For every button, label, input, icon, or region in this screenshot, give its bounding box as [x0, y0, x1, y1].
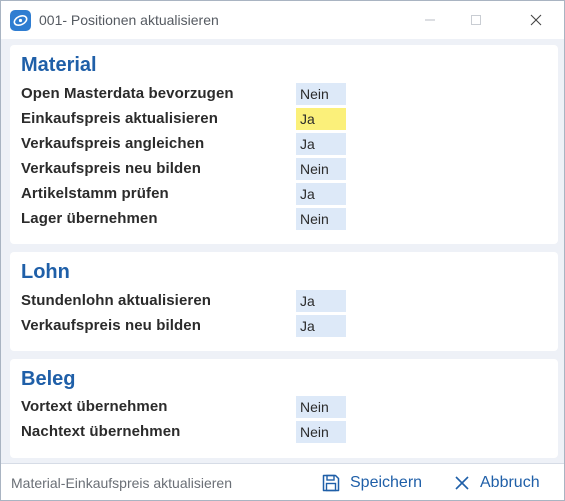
window-title: 001- Positionen aktualisieren	[39, 12, 219, 28]
minimize-button[interactable]	[407, 1, 453, 39]
save-icon	[322, 474, 340, 492]
option-row: Artikelstamm prüfen Ja	[10, 183, 558, 205]
option-value-field[interactable]: Nein	[296, 396, 346, 418]
option-row: Einkaufspreis aktualisieren Ja	[10, 108, 558, 130]
status-text: Material-Einkaufspreis aktualisieren	[11, 475, 232, 491]
option-value-field[interactable]: Nein	[296, 158, 346, 180]
section-beleg: Beleg Vortext übernehmen Nein Nachtext ü…	[10, 359, 558, 458]
cancel-button[interactable]: Abbruch	[453, 470, 540, 496]
dialog-window: 001- Positionen aktualisieren Material O…	[0, 0, 565, 501]
option-row: Open Masterdata bevorzugen Nein	[10, 83, 558, 105]
minimize-icon	[425, 19, 435, 21]
section-lohn: Lohn Stundenlohn aktualisieren Ja Verkau…	[10, 252, 558, 351]
option-label: Artikelstamm prüfen	[21, 185, 169, 202]
title-bar[interactable]: 001- Positionen aktualisieren	[1, 1, 564, 39]
option-label: Vortext übernehmen	[21, 398, 168, 415]
section-title-material: Material	[21, 54, 97, 76]
option-row: Nachtext übernehmen Nein	[10, 421, 558, 443]
save-button[interactable]: Speichern	[321, 470, 422, 496]
option-value-field-selected[interactable]: Ja	[296, 108, 346, 130]
option-label: Verkaufspreis neu bilden	[21, 160, 201, 177]
option-label: Verkaufspreis angleichen	[21, 135, 205, 152]
option-value-field[interactable]: Nein	[296, 83, 346, 105]
app-logo-icon	[10, 10, 31, 31]
section-material: Material Open Masterdata bevorzugen Nein…	[10, 45, 558, 244]
close-button[interactable]	[513, 1, 559, 39]
option-value-field[interactable]: Nein	[296, 208, 346, 230]
cancel-label: Abbruch	[480, 474, 540, 491]
option-value-field[interactable]: Ja	[296, 315, 346, 337]
option-row: Verkaufspreis angleichen Ja	[10, 133, 558, 155]
maximize-button[interactable]	[453, 1, 499, 39]
option-label: Nachtext übernehmen	[21, 423, 181, 440]
option-value-field[interactable]: Nein	[296, 421, 346, 443]
close-icon	[530, 14, 542, 26]
status-bar: Material-Einkaufspreis aktualisieren Spe…	[1, 463, 564, 500]
close-icon	[455, 476, 469, 490]
option-value-field[interactable]: Ja	[296, 290, 346, 312]
section-title-lohn: Lohn	[21, 261, 70, 283]
option-label: Stundenlohn aktualisieren	[21, 292, 212, 309]
save-label: Speichern	[350, 474, 423, 491]
option-row: Stundenlohn aktualisieren Ja	[10, 290, 558, 312]
section-title-beleg: Beleg	[21, 368, 76, 390]
maximize-icon	[471, 15, 481, 25]
option-label: Verkaufspreis neu bilden	[21, 317, 201, 334]
option-row: Vortext übernehmen Nein	[10, 396, 558, 418]
option-row: Lager übernehmen Nein	[10, 208, 558, 230]
option-label: Einkaufspreis aktualisieren	[21, 110, 218, 127]
option-label: Open Masterdata bevorzugen	[21, 85, 234, 102]
option-value-field[interactable]: Ja	[296, 133, 346, 155]
option-row: Verkaufspreis neu bilden Nein	[10, 158, 558, 180]
option-value-field[interactable]: Ja	[296, 183, 346, 205]
option-label: Lager übernehmen	[21, 210, 158, 227]
option-row: Verkaufspreis neu bilden Ja	[10, 315, 558, 337]
